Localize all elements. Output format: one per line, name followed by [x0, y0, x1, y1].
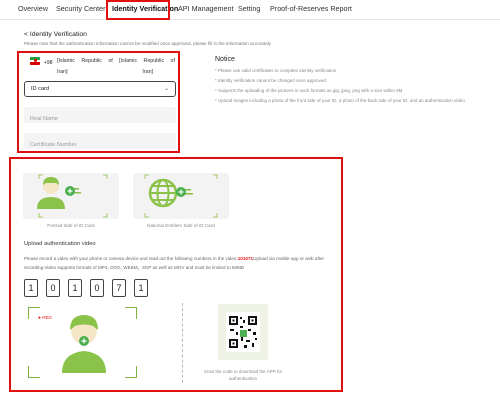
qr-code-icon — [226, 312, 260, 352]
globe-placeholder-icon — [144, 174, 218, 218]
dial-code: +98 — [44, 60, 53, 66]
tab-api-management[interactable]: API Management — [178, 4, 234, 13]
qr-code-panel — [218, 304, 268, 360]
real-name-input[interactable] — [24, 111, 176, 127]
back-link[interactable]: < Identity Verification — [24, 31, 87, 38]
notice-line: * Upload images including a photo of the… — [215, 98, 467, 103]
video-title: Upload authentication video — [24, 241, 96, 247]
portrait-caption: Portrait Side of ID Card — [47, 223, 95, 228]
country-name: [Islamic Republic of [Islamic Republic o… — [57, 58, 175, 75]
tab-setting[interactable]: Setting — [238, 4, 260, 13]
digit-box: 0 — [46, 279, 60, 297]
top-nav: Overview Security Center Identity Verifi… — [0, 0, 500, 20]
document-type-value: ID card — [31, 86, 50, 92]
country-selector[interactable]: +98 [Islamic Republic of [Islamic Republ… — [30, 56, 178, 80]
tab-security-center[interactable]: Security Center — [56, 4, 106, 13]
iran-flag-icon — [30, 57, 40, 65]
notice-title: Notice — [215, 56, 235, 63]
notice-line: * Identify verification cannot be change… — [215, 78, 328, 83]
section-divider — [182, 303, 183, 383]
accuracy-note: Please note that the authentication info… — [24, 41, 271, 46]
emblem-upload-card[interactable] — [133, 173, 229, 219]
portrait-placeholder-icon — [37, 174, 108, 218]
tab-overview[interactable]: Overview — [18, 4, 48, 13]
emblem-caption: National Emblem Side of ID Card — [147, 223, 215, 228]
verification-code: 101071 — [237, 256, 254, 261]
person-record-icon — [62, 315, 106, 373]
video-description: Please record a video with your phone or… — [24, 256, 325, 270]
digit-box: 1 — [24, 279, 38, 297]
notice-line: * Supports the uploading of the pictures… — [215, 88, 403, 93]
certificate-number-input[interactable] — [24, 137, 176, 153]
certificate-number-field[interactable] — [24, 133, 176, 153]
digit-box: 7 — [112, 279, 126, 297]
qr-caption: Scan the code to download the APP for au… — [203, 369, 283, 381]
video-upload-area[interactable]: ● REC — [24, 303, 141, 382]
document-type-select[interactable]: ID card ⌄ — [24, 81, 176, 97]
digit-box: 1 — [68, 279, 82, 297]
digit-box: 1 — [134, 279, 148, 297]
chevron-down-icon: ⌄ — [163, 86, 169, 92]
real-name-field[interactable] — [24, 107, 176, 127]
highlight-tab-box — [106, 0, 170, 20]
portrait-upload-card[interactable] — [23, 173, 119, 219]
digit-box: 0 — [90, 279, 104, 297]
tab-proof-of-reserves-report[interactable]: Proof-of-Reserves Report — [270, 4, 352, 13]
notice-line: * Please use valid certificates to compl… — [215, 68, 337, 73]
verification-digits: 1 0 1 0 7 1 — [24, 279, 148, 297]
